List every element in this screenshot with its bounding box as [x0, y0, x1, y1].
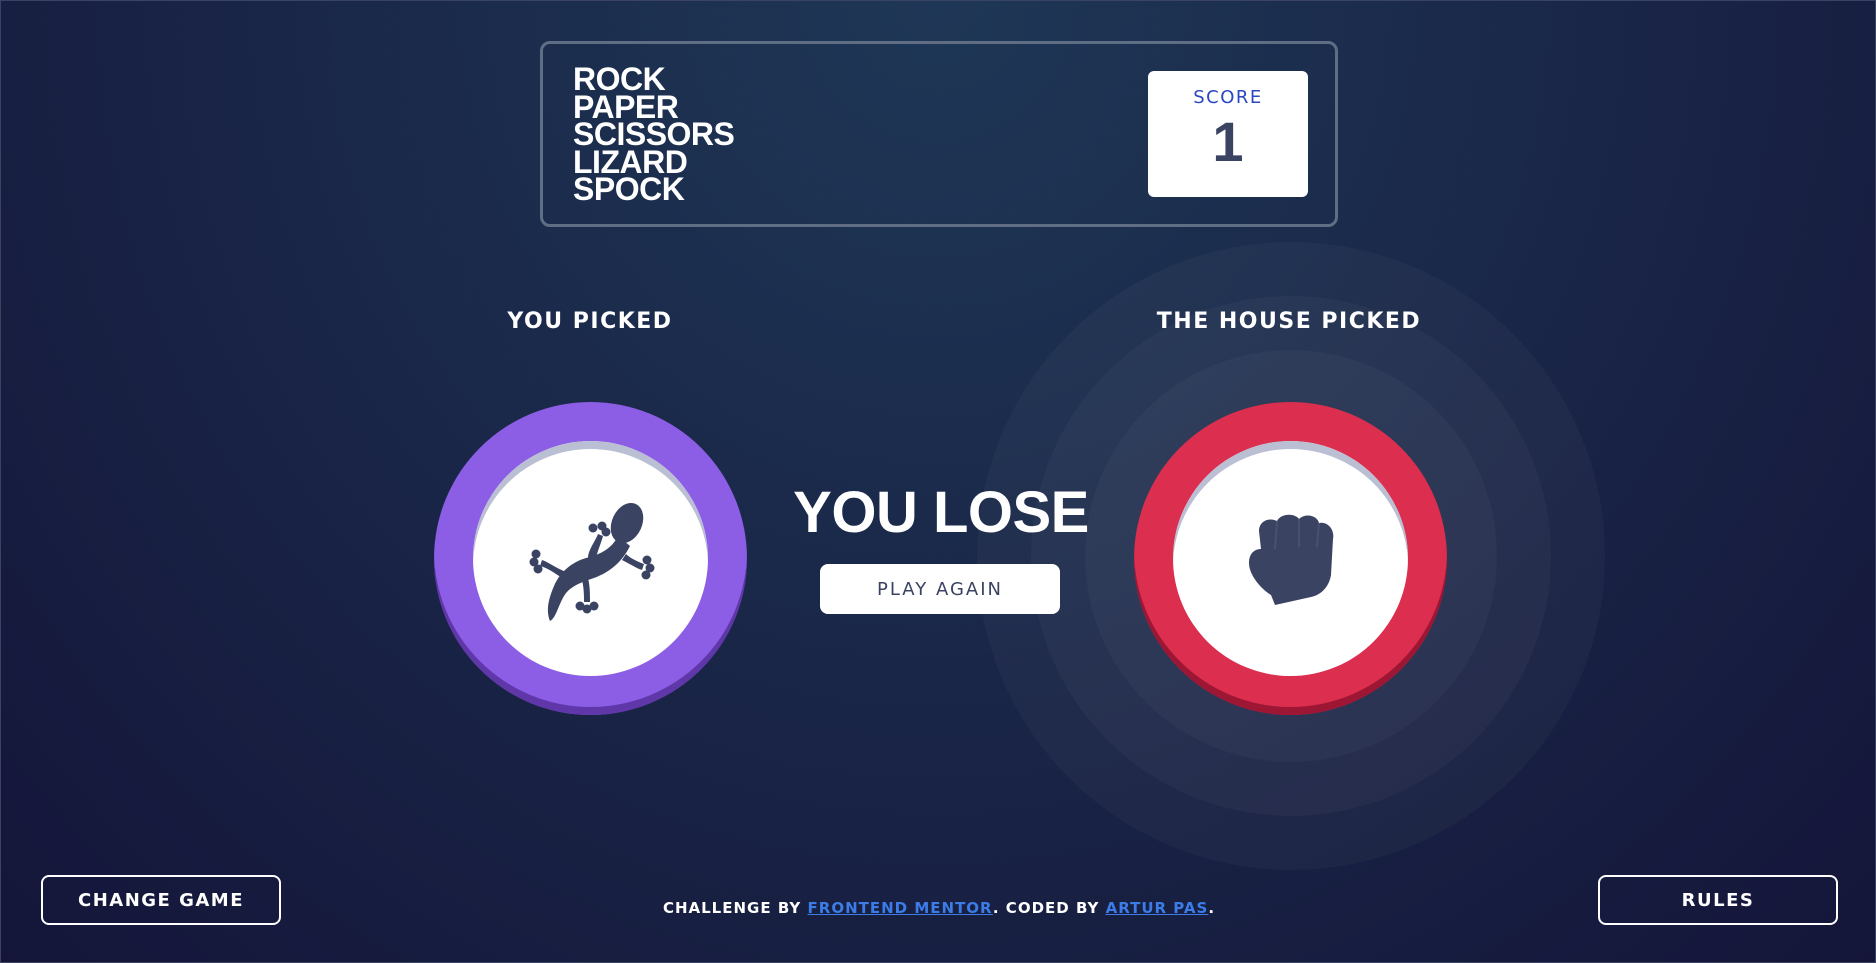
house-pick-token: [1134, 402, 1447, 715]
footer-suffix: .: [1208, 899, 1216, 917]
play-again-button[interactable]: PLAY AGAIN: [820, 564, 1060, 614]
lizard-icon: [529, 502, 654, 621]
score-box: SCORE 1: [1148, 71, 1308, 197]
frontend-mentor-link[interactable]: FRONTEND MENTOR: [808, 899, 993, 917]
game-logo: ROCK PAPER SCISSORS LIZARD SPOCK: [573, 63, 735, 207]
footer-coded-prefix: . CODED BY: [992, 899, 1106, 917]
rock-icon: [1248, 514, 1333, 605]
rules-button[interactable]: RULES: [1598, 875, 1838, 925]
header: ROCK PAPER SCISSORS LIZARD SPOCK SCORE 1: [540, 41, 1338, 227]
you-picked-label: YOU PICKED: [507, 309, 673, 334]
result-text: YOU LOSE: [793, 480, 1089, 545]
score-label: SCORE: [1193, 87, 1263, 108]
you-pick-token: [434, 402, 747, 715]
footer-challenge-prefix: CHALLENGE BY: [662, 899, 808, 917]
author-link[interactable]: ARTUR PAS: [1106, 899, 1209, 917]
score-value: 1: [1212, 110, 1244, 173]
footer-attribution: CHALLENGE BY FRONTEND MENTOR. CODED BY A…: [1, 899, 1876, 917]
logo-line-spock: SPOCK: [573, 171, 685, 207]
